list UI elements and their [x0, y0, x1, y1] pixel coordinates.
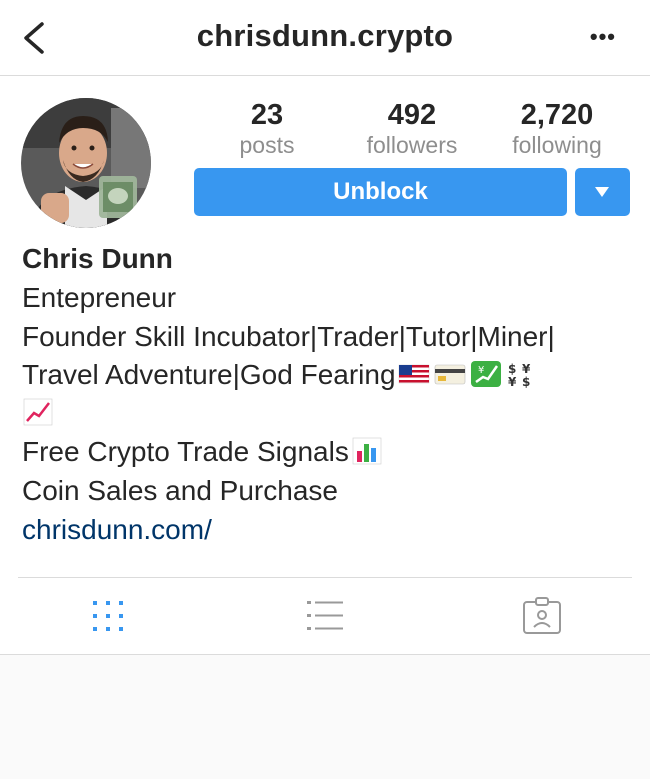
profile-section: 23 posts 492 followers 2,720 following U…	[0, 76, 650, 654]
following-label: following	[512, 132, 602, 158]
currency-exchange-emoji-icon: $ ¥ ¥ $	[508, 362, 531, 388]
bio-emoji-line	[22, 394, 56, 432]
us-flag-emoji-icon	[398, 364, 429, 383]
bio-line: Travel Adventure|God Fearing	[22, 359, 396, 390]
avatar[interactable]	[21, 98, 151, 228]
profile-username: chrisdunn.crypto	[196, 18, 454, 53]
svg-text:¥: ¥	[478, 365, 484, 376]
website-link[interactable]: chrisdunn.com/	[22, 511, 212, 549]
bio-line: Founder Skill Incubator|Trader|Tutor|Min…	[22, 321, 555, 352]
top-nav-bar: chrisdunn.crypto •••	[0, 0, 650, 76]
posts-label: posts	[239, 132, 295, 158]
followers-count[interactable]: 492 followers	[347, 98, 477, 158]
svg-text:¥: ¥	[522, 362, 531, 376]
chevron-down-icon	[595, 187, 609, 197]
bio-line: Free Crypto Trade Signals	[22, 436, 349, 467]
tagged-icon[interactable]	[522, 596, 562, 636]
bio-line: Coin Sales and Purchase	[22, 475, 338, 506]
credit-card-emoji-icon	[434, 364, 465, 384]
grid-icon[interactable]	[88, 596, 128, 636]
followers-value: 492	[387, 99, 437, 131]
svg-text:¥: ¥	[508, 375, 517, 388]
svg-text:$: $	[522, 375, 530, 388]
posts-count[interactable]: 23 posts	[202, 98, 332, 158]
following-count[interactable]: 2,720 following	[492, 98, 622, 158]
bio-line-with-emoji: Free Crypto Trade Signals	[22, 433, 385, 471]
unblock-button[interactable]: Unblock	[194, 168, 567, 216]
svg-text:$: $	[508, 362, 516, 376]
content-area	[0, 654, 650, 655]
followers-label: followers	[366, 132, 458, 158]
divider	[18, 577, 632, 578]
posts-value: 23	[250, 99, 284, 131]
bio-line-with-emoji: Travel Adventure|God Fearing ¥ $ ¥ ¥ $	[22, 356, 540, 394]
chart-yen-emoji-icon: ¥	[470, 360, 501, 387]
suggestions-dropdown-button[interactable]	[575, 168, 630, 216]
more-options-icon[interactable]: •••	[590, 24, 616, 50]
chart-increasing-emoji-icon	[23, 398, 53, 425]
following-value: 2,720	[520, 99, 594, 131]
bio-line: Entepreneur	[22, 282, 177, 313]
list-icon[interactable]	[305, 596, 345, 636]
bar-chart-emoji-icon	[352, 437, 382, 464]
profile-full-name: Chris Dunn	[22, 243, 173, 274]
